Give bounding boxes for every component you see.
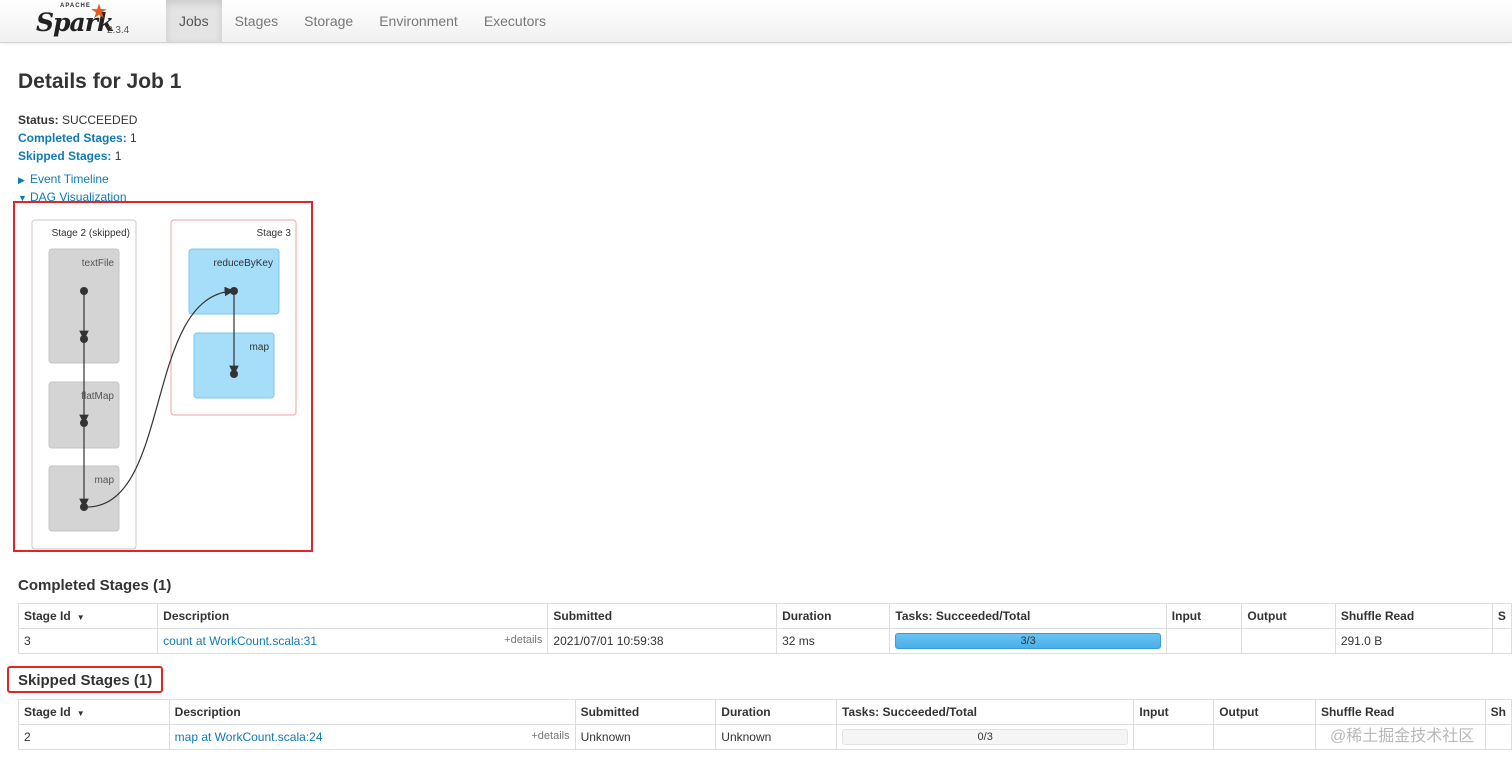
cell-tasks: 3/3 [889, 628, 1167, 654]
skipped-stages-link[interactable]: Skipped Stages: [18, 149, 111, 163]
skipped-stages-count: 1 [114, 149, 122, 163]
completed-stages-count: 1 [130, 131, 137, 145]
cell-submitted: Unknown [574, 724, 717, 750]
details-toggle[interactable]: +details [531, 730, 569, 742]
col-tasks[interactable]: Tasks: Succeeded/Total [836, 699, 1135, 725]
col-description[interactable]: Description [168, 699, 576, 725]
col-shuffle-read[interactable]: Shuffle Read [1314, 699, 1486, 725]
caret-right-icon: ▶ [18, 175, 25, 185]
cell-output [1241, 628, 1336, 654]
col-submitted[interactable]: Submitted [574, 699, 717, 725]
col-duration[interactable]: Duration [776, 603, 891, 629]
cell-input [1133, 724, 1215, 750]
tab-jobs[interactable]: Jobs [166, 0, 222, 42]
skipped-highlight-box [7, 666, 163, 693]
tasks-progress-bar: 0/3 [842, 729, 1129, 745]
tasks-progress-bar: 3/3 [895, 633, 1161, 649]
spark-logo[interactable]: APACHE Spark ★ 2.3.4 [34, 1, 144, 40]
event-timeline-toggle[interactable]: ▶ Event Timeline [18, 172, 109, 186]
col-shuffle-read[interactable]: Shuffle Read [1334, 603, 1493, 629]
navbar: APACHE Spark ★ 2.3.4 Jobs Stages Storage… [0, 0, 1512, 43]
completed-stages-line: Completed Stages: 1 [18, 129, 137, 147]
cell-output [1213, 724, 1316, 750]
tab-stages[interactable]: Stages [222, 0, 292, 42]
cell-stage-id: 2 [18, 724, 170, 750]
table-row: 3 count at WorkCount.scala:31 +details 2… [17, 628, 1512, 654]
col-description[interactable]: Description [157, 603, 549, 629]
completed-stages-title[interactable]: Completed Stages (1) [18, 577, 171, 594]
col-shuffle-write[interactable]: S [1491, 603, 1512, 629]
page-title: Details for Job 1 [18, 70, 182, 93]
tab-environment[interactable]: Environment [366, 0, 471, 42]
cell-input [1165, 628, 1243, 654]
col-output[interactable]: Output [1213, 699, 1316, 725]
completed-stages-table: Stage Id ▼ Description Submitted Duration… [17, 603, 1512, 654]
dag-visualization-label: DAG Visualization [30, 190, 127, 201]
spark-version: 2.3.4 [107, 25, 130, 36]
cell-shuffle-write [1484, 724, 1512, 750]
caret-down-icon: ▼ [18, 193, 27, 201]
status-line: Status: SUCCEEDED [18, 111, 137, 129]
skipped-stages-line: Skipped Stages: 1 [18, 147, 137, 165]
cell-duration: 32 ms [776, 628, 891, 654]
job-summary: Status: SUCCEEDED Completed Stages: 1 Sk… [18, 111, 137, 165]
col-input[interactable]: Input [1133, 699, 1215, 725]
cell-description: map at WorkCount.scala:24 +details [168, 724, 576, 750]
sort-desc-icon: ▼ [76, 613, 85, 622]
skipped-stages-table: Stage Id ▼ Description Submitted Duration… [18, 699, 1512, 750]
col-submitted[interactable]: Submitted [547, 603, 778, 629]
nav-tabs: Jobs Stages Storage Environment Executor… [166, 0, 559, 42]
event-timeline-label: Event Timeline [30, 172, 109, 186]
cell-shuffle-read: 291.0 B [1334, 628, 1493, 654]
table-header-row: Stage Id ▼ Description Submitted Duration… [18, 699, 1512, 725]
table-row: 2 map at WorkCount.scala:24 +details Unk… [18, 724, 1512, 750]
cell-description: count at WorkCount.scala:31 +details [157, 628, 549, 654]
tab-storage[interactable]: Storage [291, 0, 366, 42]
watermark: @稀土掘金技术社区 [1330, 728, 1475, 745]
col-output[interactable]: Output [1241, 603, 1336, 629]
spark-star-icon: ★ [90, 1, 108, 23]
cell-submitted: 2021/07/01 10:59:38 [547, 628, 778, 654]
cell-tasks: 0/3 [836, 724, 1135, 750]
table-header-row: Stage Id ▼ Description Submitted Duration… [17, 603, 1512, 629]
col-tasks[interactable]: Tasks: Succeeded/Total [889, 603, 1167, 629]
cell-stage-id: 3 [17, 628, 159, 654]
details-toggle[interactable]: +details [504, 634, 542, 646]
col-duration[interactable]: Duration [715, 699, 838, 725]
cell-shuffle-write [1491, 628, 1512, 654]
dag-highlight-box [13, 201, 313, 552]
tab-executors[interactable]: Executors [471, 0, 559, 42]
col-input[interactable]: Input [1165, 603, 1243, 629]
col-shuffle-write[interactable]: Sh [1484, 699, 1512, 725]
stage-description-link[interactable]: count at WorkCount.scala:31 [163, 634, 317, 648]
col-stage-id[interactable]: Stage Id ▼ [18, 699, 170, 725]
stage-description-link[interactable]: map at WorkCount.scala:24 [175, 730, 323, 744]
status-label: Status: [18, 113, 59, 127]
dag-visualization-toggle[interactable]: ▼ DAG Visualization [18, 190, 127, 201]
completed-stages-link[interactable]: Completed Stages: [18, 131, 127, 145]
cell-duration: Unknown [715, 724, 838, 750]
sort-desc-icon: ▼ [76, 709, 85, 718]
col-stage-id[interactable]: Stage Id ▼ [17, 603, 159, 629]
status-value: SUCCEEDED [62, 113, 138, 127]
